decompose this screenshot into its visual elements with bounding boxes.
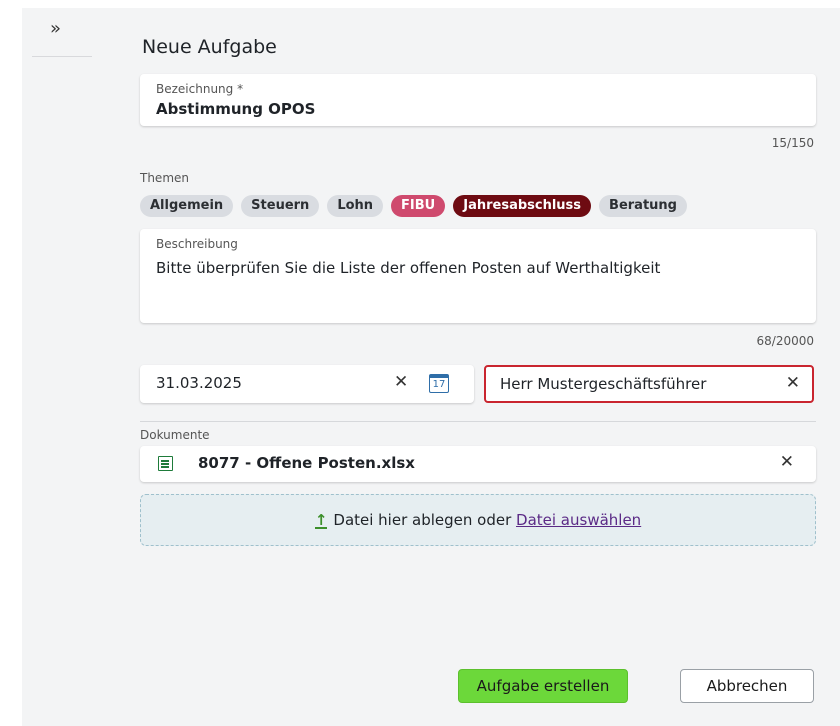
clear-date-icon[interactable]: ✕ [394,372,408,392]
chevron-double-right-icon[interactable]: » [50,18,61,39]
assignee-field[interactable]: Herr Mustergeschäftsführer ✕ [484,365,814,403]
upload-icon: ↑ [314,511,328,529]
description-field[interactable]: Beschreibung Bitte überprüfen Sie die Li… [140,229,816,323]
documents-divider [140,421,816,422]
topics-label: Themen [140,171,189,185]
topic-chip-allgemein[interactable]: Allgemein [140,195,234,217]
document-row[interactable]: 8077 - Offene Posten.xlsx ✕ [140,446,816,482]
due-date-value[interactable]: 31.03.2025 [156,374,242,392]
name-field-label: Bezeichnung * [156,82,244,96]
clear-assignee-icon[interactable]: ✕ [786,373,800,393]
dropzone-content: ↑ Datei hier ablegen oder Datei auswählen [141,511,815,529]
topic-chip-fibu[interactable]: FIBU [391,195,446,217]
topic-chip-steuern[interactable]: Steuern [241,195,320,217]
description-char-counter: 68/20000 [756,334,815,348]
choose-file-link[interactable]: Datei auswählen [516,511,641,529]
page-title: Neue Aufgabe [142,36,277,58]
dropzone-text: Datei hier ablegen oder [333,511,517,529]
create-task-button[interactable]: Aufgabe erstellen [458,669,628,703]
due-date-field[interactable]: 31.03.2025 ✕ 17 [140,365,474,403]
topic-chip-beratung[interactable]: Beratung [599,195,687,217]
remove-document-icon[interactable]: ✕ [780,452,794,472]
name-field[interactable]: Bezeichnung * Abstimmung OPOS [140,74,816,126]
cancel-button[interactable]: Abbrechen [680,669,814,703]
side-rail [22,8,102,726]
topic-chip-lohn[interactable]: Lohn [327,195,384,217]
name-field-value[interactable]: Abstimmung OPOS [156,100,315,118]
name-char-counter: 15/150 [771,136,814,150]
topic-chip-jahresabschluss[interactable]: Jahresabschluss [453,195,592,217]
description-field-label: Beschreibung [156,237,238,251]
documents-label: Dokumente [140,428,210,442]
topic-chips: Allgemein Steuern Lohn FIBU Jahresabschl… [140,195,687,217]
excel-file-icon [158,456,173,471]
document-name[interactable]: 8077 - Offene Posten.xlsx [198,454,415,472]
assignee-value[interactable]: Herr Mustergeschäftsführer [500,375,706,393]
file-dropzone[interactable]: ↑ Datei hier ablegen oder Datei auswählen [140,494,816,546]
rail-divider [32,56,92,57]
description-field-value[interactable]: Bitte überprüfen Sie die Liste der offen… [156,259,660,277]
calendar-icon[interactable]: 17 [429,374,449,393]
